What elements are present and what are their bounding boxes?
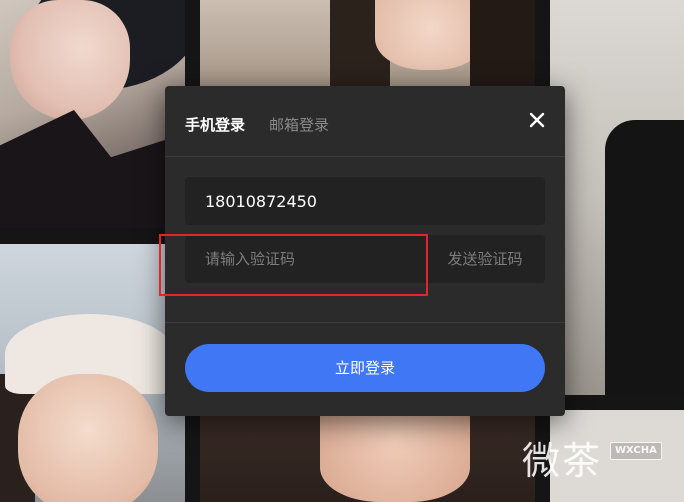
background-artwork-tile	[200, 0, 535, 86]
watermark-badge: WXCHA	[610, 442, 662, 460]
divider	[165, 322, 565, 323]
phone-input[interactable]	[185, 177, 545, 225]
phone-field	[185, 177, 545, 225]
login-button[interactable]: 立即登录	[185, 344, 545, 392]
tab-phone-login[interactable]: 手机登录	[185, 115, 245, 135]
login-modal: 手机登录 邮箱登录 发送验证码 立即登录	[165, 86, 565, 416]
close-button[interactable]	[529, 112, 545, 128]
background-artwork-tile	[0, 0, 185, 228]
tab-email-login[interactable]: 邮箱登录	[269, 115, 329, 135]
verification-code-input[interactable]	[185, 235, 415, 283]
modal-header: 手机登录 邮箱登录	[165, 86, 565, 157]
background-artwork-tile	[0, 244, 185, 502]
send-code-button[interactable]: 发送验证码	[425, 235, 545, 283]
close-icon	[529, 112, 545, 128]
background-artwork-tile	[200, 416, 535, 502]
background-artwork-tile	[550, 0, 684, 395]
verification-code-field: 发送验证码	[185, 235, 545, 283]
watermark: 微茶 WXCHA	[522, 436, 672, 486]
watermark-logo-text: 微茶	[522, 439, 603, 483]
